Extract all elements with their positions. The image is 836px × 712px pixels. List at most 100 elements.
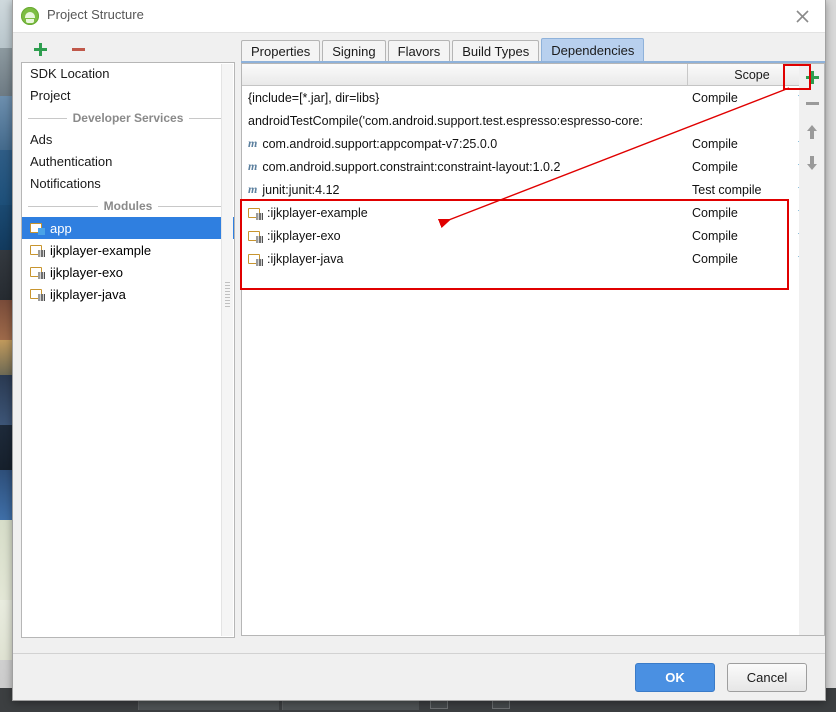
sidebar-scrollbar[interactable]: [221, 64, 233, 636]
dependency-name: :ijkplayer-java: [242, 252, 688, 266]
dependency-label: com.android.support.constraint:constrain…: [262, 159, 561, 174]
dependency-label: {include=[*.jar], dir=libs}: [248, 90, 380, 105]
scope-value: Compile: [692, 136, 738, 151]
tab-signing[interactable]: Signing: [322, 40, 386, 62]
scope-value: Compile: [692, 159, 738, 174]
scope-value: Compile: [692, 205, 738, 220]
sidebar-item-label: ijkplayer-example: [50, 242, 152, 258]
sidebar-item-label: ijkplayer-exo: [50, 264, 123, 280]
dependency-label: :ijkplayer-java: [267, 251, 344, 266]
sidebar-item-project[interactable]: Project: [22, 85, 234, 107]
library-module-icon: [30, 266, 45, 279]
add-dependency-button[interactable]: [799, 64, 825, 90]
dialog-title: Project Structure: [47, 7, 144, 22]
divider-line: [28, 117, 67, 119]
add-module-button[interactable]: [29, 38, 51, 60]
dependency-label: junit:junit:4.12: [262, 182, 340, 197]
sidebar-item-ijkplayer-exo[interactable]: ijkplayer-exo: [22, 261, 234, 283]
plus-icon: [33, 42, 47, 56]
cancel-button[interactable]: Cancel: [727, 663, 807, 692]
scope-dropdown[interactable]: Compile: [688, 137, 816, 151]
sidebar-item-authentication[interactable]: Authentication: [22, 151, 234, 173]
sidebar-item-app[interactable]: app: [22, 217, 234, 239]
scope-value: Compile: [692, 90, 738, 105]
dependency-name: m com.android.support.constraint:constra…: [242, 159, 688, 174]
column-header-scope[interactable]: Scope: [688, 64, 816, 85]
maven-badge-icon: m: [248, 159, 258, 173]
table-row[interactable]: :ijkplayer-exo Compile: [242, 224, 816, 247]
dependency-name: androidTestCompile('com.android.support.…: [242, 114, 688, 128]
arrow-down-icon: [806, 156, 818, 170]
dependencies-toolbar: [799, 63, 825, 636]
dependency-name: m com.android.support:appcompat-v7:25.0.…: [242, 136, 688, 151]
column-header-name[interactable]: [242, 64, 688, 85]
sidebar-toolbar: [21, 36, 233, 62]
settings-tabs: Properties Signing Flavors Build Types D…: [241, 38, 646, 62]
dependency-label: :ijkplayer-exo: [267, 228, 341, 243]
table-row[interactable]: m junit:junit:4.12 Test compile: [242, 178, 816, 201]
tab-flavors[interactable]: Flavors: [387, 40, 451, 62]
module-icon: [248, 253, 263, 266]
dependency-label: :ijkplayer-example: [267, 205, 368, 220]
library-module-icon: [30, 288, 45, 301]
dialog-footer: OK Cancel: [13, 653, 825, 700]
dependency-name: :ijkplayer-exo: [242, 229, 688, 243]
tab-build-types[interactable]: Build Types: [452, 40, 540, 62]
sidebar-group-modules: Modules: [22, 195, 234, 217]
scope-dropdown[interactable]: Compile: [688, 229, 816, 243]
table-row[interactable]: :ijkplayer-example Compile: [242, 201, 816, 224]
ok-button[interactable]: OK: [635, 663, 715, 692]
tab-dependencies[interactable]: Dependencies: [541, 38, 645, 62]
sidebar-item-sdk-location[interactable]: SDK Location: [22, 63, 234, 85]
app-module-icon: [30, 222, 45, 235]
android-studio-icon: [21, 7, 39, 25]
arrow-up-icon: [806, 125, 818, 139]
sidebar-group-label: Modules: [103, 199, 153, 213]
scope-dropdown[interactable]: Compile: [688, 206, 816, 220]
table-row[interactable]: m com.android.support.constraint:constra…: [242, 155, 816, 178]
maven-badge-icon: m: [248, 136, 258, 150]
dependencies-table: Scope {include=[*.jar], dir=libs} Compil…: [241, 63, 817, 636]
scope-dropdown[interactable]: Compile: [688, 252, 816, 266]
scope-value: Compile: [692, 251, 738, 266]
module-icon: [248, 230, 263, 243]
scope-dropdown[interactable]: Test compile: [688, 183, 816, 197]
move-up-button[interactable]: [799, 116, 825, 148]
sidebar-item-ads[interactable]: Ads: [22, 129, 234, 151]
maven-badge-icon: m: [248, 182, 258, 196]
dependency-name: :ijkplayer-example: [242, 206, 688, 220]
sidebar-group-developer-services: Developer Services: [22, 107, 234, 129]
scope-dropdown[interactable]: Compile: [688, 91, 816, 105]
sidebar-item-notifications[interactable]: Notifications: [22, 173, 234, 195]
divider-line: [28, 205, 98, 207]
dependency-name: {include=[*.jar], dir=libs}: [242, 91, 688, 105]
close-icon[interactable]: [779, 0, 825, 32]
table-header: Scope: [242, 64, 816, 86]
table-row[interactable]: :ijkplayer-java Compile: [242, 247, 816, 270]
remove-dependency-button[interactable]: [799, 90, 825, 116]
sidebar-item-ijkplayer-java[interactable]: ijkplayer-java: [22, 283, 234, 305]
sidebar-item-label: app: [50, 220, 72, 236]
tab-properties[interactable]: Properties: [241, 40, 321, 62]
dependency-label: com.android.support:appcompat-v7:25.0.0: [262, 136, 498, 151]
sidebar-item-ijkplayer-example[interactable]: ijkplayer-example: [22, 239, 234, 261]
scope-dropdown[interactable]: Compile: [688, 160, 816, 174]
dependency-label: androidTestCompile('com.android.support.…: [248, 113, 643, 128]
scope-value: Test compile: [692, 182, 762, 197]
table-row[interactable]: androidTestCompile('com.android.support.…: [242, 109, 816, 132]
sidebar-list: SDK Location Project Developer Services …: [21, 62, 235, 638]
move-down-button[interactable]: [799, 148, 825, 178]
scrollbar-grip[interactable]: [225, 282, 230, 308]
table-row[interactable]: m com.android.support:appcompat-v7:25.0.…: [242, 132, 816, 155]
minus-icon: [71, 47, 85, 51]
dialog-titlebar: Project Structure: [13, 0, 825, 33]
scope-value: Compile: [692, 228, 738, 243]
minus-icon: [805, 101, 819, 105]
divider-line: [158, 205, 229, 207]
sidebar-group-label: Developer Services: [72, 111, 184, 125]
table-row[interactable]: {include=[*.jar], dir=libs} Compile: [242, 86, 816, 109]
dependency-name: m junit:junit:4.12: [242, 182, 688, 197]
module-icon: [248, 207, 263, 220]
remove-module-button[interactable]: [67, 38, 89, 60]
sidebar-item-label: ijkplayer-java: [50, 286, 126, 302]
